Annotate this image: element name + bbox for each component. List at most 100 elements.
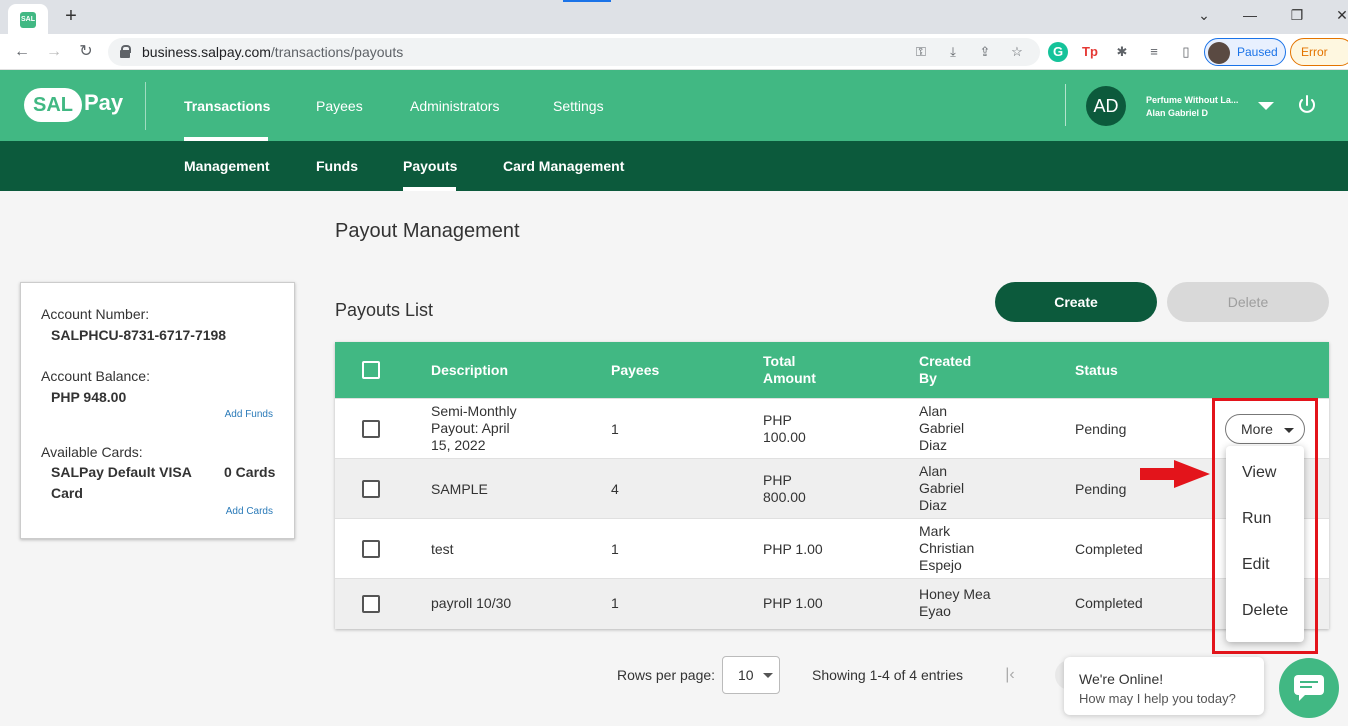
delete-button[interactable]: Delete — [1167, 282, 1329, 322]
nav-settings[interactable]: Settings — [553, 98, 604, 114]
row-payees: 4 — [611, 481, 619, 497]
chat-launcher-button[interactable] — [1279, 658, 1339, 718]
close-window-icon[interactable]: ✕ — [1330, 4, 1348, 26]
avatar[interactable]: AD — [1086, 86, 1126, 126]
row-payees: 1 — [611, 595, 619, 611]
minimize-icon[interactable]: — — [1238, 4, 1262, 26]
nav-payees[interactable]: Payees — [316, 98, 363, 114]
power-logout-icon[interactable] — [1296, 94, 1318, 116]
row-created-by: Mark Christian Espejo — [919, 523, 975, 573]
reload-icon[interactable]: ↻ — [74, 40, 98, 64]
chat-icon — [1294, 675, 1324, 701]
add-funds-link[interactable]: Add Funds — [225, 409, 273, 420]
row-amount: PHP 1.00 — [763, 595, 823, 611]
row-status: Completed — [1075, 541, 1143, 557]
row-description: Semi-Monthly Payout: April 15, 2022 — [431, 403, 517, 453]
payouts-list-title: Payouts List — [335, 300, 434, 320]
sub-nav: Management Funds Payouts Card Management — [0, 141, 1348, 191]
tabstrip-accent — [563, 0, 611, 2]
forward-icon[interactable]: → — [42, 40, 66, 64]
key-icon[interactable]: ⚿ — [912, 43, 930, 61]
chat-subtitle: How may I help you today? — [1079, 691, 1236, 706]
row-created-by: Honey Mea Eyao — [919, 586, 991, 619]
col-total-amount[interactable]: Total Amount — [763, 353, 816, 387]
bookmark-star-icon[interactable]: ☆ — [1008, 43, 1026, 61]
row-created-by: Alan Gabriel Diaz — [919, 463, 965, 513]
row-amount: PHP 800.00 — [763, 472, 806, 505]
add-cards-link[interactable]: Add Cards — [226, 506, 273, 517]
select-all-checkbox[interactable] — [362, 361, 380, 379]
account-menu-chevron-down-icon[interactable] — [1258, 102, 1274, 110]
media-control-icon[interactable]: ≡ — [1144, 42, 1164, 62]
error-chip[interactable]: Error — [1290, 38, 1348, 66]
business-name: Perfume Without La... — [1146, 95, 1239, 105]
row-payees: 1 — [611, 541, 619, 557]
nav-administrators[interactable]: Administrators — [410, 98, 499, 114]
address-bar[interactable]: business.salpay.com/transactions/payouts… — [108, 38, 1040, 66]
account-number-label: Account Number: — [41, 306, 150, 322]
profile-avatar — [1208, 42, 1230, 64]
row-status: Pending — [1075, 481, 1127, 497]
col-description[interactable]: Description — [431, 362, 508, 379]
browser-toolbar: ← → ↻ business.salpay.com/transactions/p… — [0, 34, 1348, 70]
install-icon[interactable]: ⤓ — [944, 43, 962, 61]
select-chevron-down-icon — [763, 673, 773, 678]
create-button[interactable]: Create — [995, 282, 1157, 322]
table-row: Semi-Monthly Payout: April 15, 2022 1 PHP 1… — [335, 398, 1329, 458]
back-icon[interactable]: ← — [10, 40, 34, 64]
red-arrow-icon — [1140, 460, 1210, 488]
row-created-by: Alan Gabriel Diaz — [919, 403, 965, 453]
logo-pay: Pay — [84, 90, 124, 115]
extensions-puzzle-icon[interactable]: ✱ — [1112, 42, 1132, 62]
share-icon[interactable]: ⇪ — [976, 43, 994, 61]
row-amount: PHP 100.00 — [763, 412, 806, 445]
url-text: business.salpay.com/transactions/payouts — [142, 44, 404, 60]
highlight-box — [1212, 398, 1318, 654]
browser-tab[interactable]: SAL — [8, 4, 48, 34]
subnav-payouts[interactable]: Payouts — [403, 158, 457, 174]
rows-per-page-select[interactable]: 10 — [722, 656, 780, 694]
row-checkbox[interactable] — [362, 595, 380, 613]
available-cards-label: Available Cards: — [41, 444, 143, 460]
row-checkbox[interactable] — [362, 480, 380, 498]
row-amount: PHP 1.00 — [763, 541, 823, 557]
app-header: SAL Pay Transactions Payees Administrato… — [0, 70, 1348, 141]
browser-tabbar: SAL + ⌄ — ❐ ✕ — [0, 0, 1348, 34]
salpay-logo[interactable]: SAL Pay — [24, 86, 124, 124]
first-page-icon[interactable]: |‹ — [1000, 665, 1020, 685]
chat-greeting-bubble[interactable]: We're Online! How may I help you today? — [1064, 657, 1264, 715]
error-label: Error — [1301, 45, 1328, 59]
restore-icon[interactable]: ❐ — [1285, 4, 1309, 26]
row-status: Completed — [1075, 595, 1143, 611]
chat-title: We're Online! — [1079, 671, 1164, 687]
card-name-line1: SALPay Default VISA — [51, 464, 192, 480]
cards-count: 0 Cards — [224, 464, 276, 480]
subnav-card-management[interactable]: Card Management — [503, 158, 624, 174]
card-name-line2: Card — [51, 485, 83, 501]
table-header: Description Payees Total Amount Created By… — [335, 342, 1329, 398]
grammarly-icon[interactable]: G — [1048, 42, 1068, 62]
subnav-management[interactable]: Management — [184, 158, 270, 174]
col-payees[interactable]: Payees — [611, 362, 659, 379]
account-summary-card: Account Number: SALPHCU-8731-6717-7198 A… — [20, 282, 295, 539]
new-tab-icon[interactable]: + — [60, 4, 82, 28]
tab-search-icon[interactable]: ⌄ — [1192, 4, 1216, 26]
tp-extension-icon[interactable]: Tp — [1080, 42, 1100, 62]
row-checkbox[interactable] — [362, 540, 380, 558]
account-balance: PHP 948.00 — [51, 389, 127, 405]
logo-sal: SAL — [24, 88, 82, 122]
table-row: payroll 10/30 1 PHP 1.00 Honey Mea Eyao C… — [335, 578, 1329, 629]
subnav-funds[interactable]: Funds — [316, 158, 358, 174]
col-status[interactable]: Status — [1075, 362, 1118, 379]
row-checkbox[interactable] — [362, 420, 380, 438]
profile-paused-chip[interactable]: Paused — [1204, 38, 1286, 66]
row-description: payroll 10/30 — [431, 595, 512, 611]
row-status: Pending — [1075, 421, 1127, 437]
header-divider — [1065, 84, 1066, 126]
col-created-by[interactable]: Created By — [919, 353, 971, 387]
nav-transactions[interactable]: Transactions — [184, 98, 270, 114]
logo-divider — [145, 82, 146, 130]
row-payees: 1 — [611, 421, 619, 437]
user-name: Alan Gabriel D — [1146, 108, 1209, 118]
side-panel-icon[interactable]: ▯ — [1176, 42, 1196, 62]
